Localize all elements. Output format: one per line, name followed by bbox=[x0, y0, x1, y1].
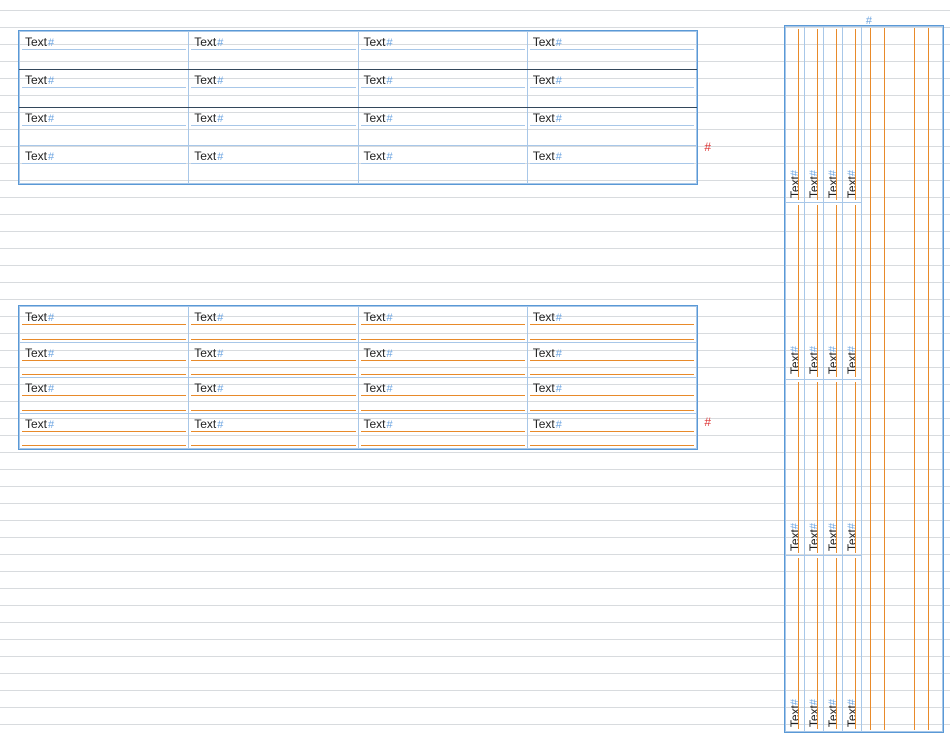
table-cell[interactable]: Text# bbox=[189, 413, 358, 449]
table-cell[interactable]: Text# bbox=[527, 342, 696, 378]
table-cell[interactable]: Text# bbox=[527, 307, 696, 343]
table-cell[interactable]: Text# bbox=[20, 307, 189, 343]
table-cell[interactable]: Text# bbox=[189, 342, 358, 378]
table-3-rotated[interactable]: Text# Text# Text# Text# Text# Text# Text… bbox=[784, 25, 944, 733]
table-cell[interactable]: Text# bbox=[824, 27, 843, 203]
table-cell[interactable]: Text# bbox=[358, 108, 527, 146]
table-cell[interactable]: Text# bbox=[189, 108, 358, 146]
table-cell[interactable]: Text# bbox=[843, 27, 862, 203]
table-cell[interactable]: Text# bbox=[527, 146, 696, 184]
table-cell[interactable]: Text# bbox=[358, 307, 527, 343]
table-cell[interactable]: Text# bbox=[824, 379, 843, 555]
table-cell[interactable]: Text# bbox=[189, 378, 358, 414]
table-cell[interactable]: Text# bbox=[189, 70, 358, 108]
table-cell[interactable]: Text# bbox=[189, 32, 358, 70]
overset-indicator: # bbox=[704, 140, 711, 154]
table-cell[interactable]: Text# bbox=[527, 413, 696, 449]
table-cell[interactable]: Text# bbox=[843, 379, 862, 555]
table-cell[interactable]: Text# bbox=[805, 555, 824, 731]
table-cell[interactable]: Text# bbox=[20, 108, 189, 146]
table-1[interactable]: Text# Text# Text# Text# Text# Text# Text… bbox=[18, 30, 698, 185]
table-cell[interactable]: Text# bbox=[358, 32, 527, 70]
table-cell[interactable]: Text# bbox=[527, 32, 696, 70]
table-cell[interactable]: Text# bbox=[786, 555, 805, 731]
table-cell[interactable]: Text# bbox=[20, 413, 189, 449]
table-cell[interactable]: Text# bbox=[20, 32, 189, 70]
table-cell[interactable]: Text# bbox=[786, 27, 805, 203]
table-cell[interactable]: Text# bbox=[824, 555, 843, 731]
table-cell[interactable]: Text# bbox=[20, 70, 189, 108]
table-cell[interactable]: Text# bbox=[786, 379, 805, 555]
table-extra-column[interactable] bbox=[862, 27, 943, 732]
table-cell[interactable]: Text# bbox=[358, 146, 527, 184]
table-cell[interactable]: Text# bbox=[358, 413, 527, 449]
table-cell[interactable]: Text# bbox=[358, 378, 527, 414]
table-cell[interactable]: Text# bbox=[20, 146, 189, 184]
table-cell[interactable]: Text# bbox=[843, 203, 862, 379]
table-cell[interactable]: Text# bbox=[189, 307, 358, 343]
overset-indicator: # bbox=[704, 415, 711, 429]
table-cell[interactable]: Text# bbox=[843, 555, 862, 731]
table-cell[interactable]: Text# bbox=[805, 203, 824, 379]
table-cell[interactable]: Text# bbox=[824, 203, 843, 379]
table-cell[interactable]: Text# bbox=[189, 146, 358, 184]
table-cell[interactable]: Text# bbox=[805, 27, 824, 203]
table-cell[interactable]: Text# bbox=[527, 70, 696, 108]
table-cell[interactable]: Text# bbox=[20, 342, 189, 378]
table-cell[interactable]: Text# bbox=[805, 379, 824, 555]
table-cell[interactable]: Text# bbox=[786, 203, 805, 379]
table-cell[interactable]: Text# bbox=[20, 378, 189, 414]
table-2[interactable]: Text# Text# Text# Text# Text# Text# Text… bbox=[18, 305, 698, 450]
table-cell[interactable]: Text# bbox=[358, 342, 527, 378]
table-cell[interactable]: Text# bbox=[358, 70, 527, 108]
table-cell[interactable]: Text# bbox=[527, 378, 696, 414]
table-cell[interactable]: Text# bbox=[527, 108, 696, 146]
